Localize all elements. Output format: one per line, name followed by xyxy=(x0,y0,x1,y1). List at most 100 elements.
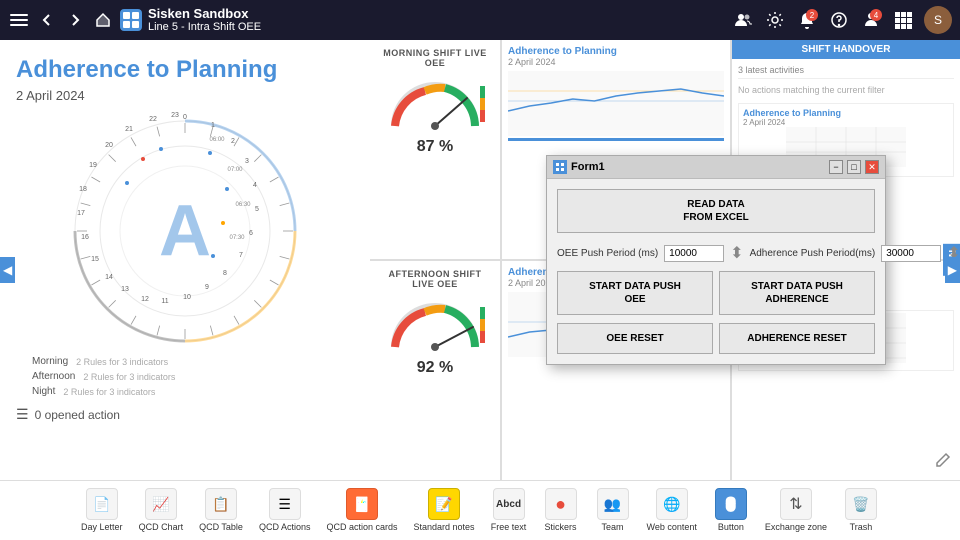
svg-text:18: 18 xyxy=(79,186,87,193)
gauge-afternoon: 92 % xyxy=(378,293,492,381)
edit-icon[interactable] xyxy=(934,451,952,474)
toolbar-free-text[interactable]: Abcd Free text xyxy=(485,484,533,537)
oee-afternoon-title: AFTERNOON SHIFT LIVE OEE xyxy=(378,269,492,289)
toolbar-qcd-actions[interactable]: ☰ QCD Actions xyxy=(253,484,317,537)
modal-titlebar: Form1 − □ ✕ xyxy=(547,156,885,179)
toolbar-qcd-table[interactable]: 📋 QCD Table xyxy=(193,484,249,537)
toolbar-day-letter[interactable]: 📄 Day Letter xyxy=(75,484,129,537)
forward-icon[interactable] xyxy=(64,9,86,31)
user-avatar[interactable]: S xyxy=(924,6,952,34)
svg-text:7: 7 xyxy=(239,252,243,259)
profile-icon[interactable]: 4 xyxy=(860,9,882,31)
stickers-icon: ● xyxy=(555,494,566,515)
menu-icon[interactable] xyxy=(8,9,30,31)
qcd-action-cards-label: QCD action cards xyxy=(326,522,397,533)
team-label: Team xyxy=(602,522,624,533)
oee-push-label: OEE Push Period (ms) xyxy=(557,248,658,259)
toolbar-trash[interactable]: 🗑️ Trash xyxy=(837,484,885,537)
oee-reset-btn[interactable]: OEE RESET xyxy=(557,323,713,354)
oee-morning-title: MORNING SHIFT LIVE OEE xyxy=(378,48,492,68)
actions-count: 0 opened action xyxy=(35,408,120,422)
svg-text:06:00: 06:00 xyxy=(209,137,225,143)
page-date: 2 April 2024 xyxy=(16,88,354,103)
modal-body: READ DATA FROM EXCEL OEE Push Period (ms… xyxy=(547,179,885,364)
trash-icon: 🗑️ xyxy=(852,496,869,513)
toolbar-team[interactable]: 👥 Team xyxy=(589,484,637,537)
right-panels: MORNING SHIFT LIVE OEE xyxy=(370,40,960,480)
qcd-table-icon: 📋 xyxy=(212,496,229,513)
toolbar-exchange-zone[interactable]: ⇅ Exchange zone xyxy=(759,484,833,537)
svg-text:23: 23 xyxy=(171,112,179,119)
home-icon[interactable] xyxy=(92,9,114,31)
svg-text:9: 9 xyxy=(205,284,209,291)
adherence-push-label: Adherence Push Period(ms) xyxy=(750,248,876,259)
toolbar-stickers[interactable]: ● Stickers xyxy=(537,484,585,537)
oee-afternoon-value: 92 % xyxy=(417,359,453,377)
read-data-btn[interactable]: READ DATA FROM EXCEL xyxy=(557,189,875,233)
svg-text:21: 21 xyxy=(125,126,133,133)
svg-text:13: 13 xyxy=(121,286,129,293)
expand-right-icon[interactable]: ▶ xyxy=(945,257,960,283)
grid-icon[interactable] xyxy=(892,9,914,31)
standard-notes-label: Standard notes xyxy=(414,522,475,533)
svg-text:16: 16 xyxy=(81,234,89,241)
modal-minimize-btn[interactable]: − xyxy=(829,160,843,174)
svg-text:8: 8 xyxy=(223,270,227,277)
modal-restore-btn[interactable]: □ xyxy=(847,160,861,174)
oee-push-input[interactable] xyxy=(664,245,724,262)
help-icon[interactable] xyxy=(828,9,850,31)
gauge-morning: 87 % xyxy=(378,72,492,160)
web-content-icon: 🌐 xyxy=(663,496,680,513)
svg-text:14: 14 xyxy=(105,274,113,281)
qcd-chart-icon: 📈 xyxy=(152,496,169,513)
exchange-zone-icon: ⇅ xyxy=(789,494,802,514)
shift-handover-list-header: 3 latest activities xyxy=(738,65,954,79)
svg-text:17: 17 xyxy=(77,210,85,217)
bell-icon[interactable]: 2 xyxy=(796,9,818,31)
svg-text:07:00: 07:00 xyxy=(227,167,243,173)
left-panel: Adherence to Planning 2 April 2024 xyxy=(0,40,370,480)
svg-text:3: 3 xyxy=(245,158,249,165)
qcd-actions-icon: ☰ xyxy=(278,496,291,513)
svg-text:10: 10 xyxy=(183,294,191,301)
adherence-reset-btn[interactable]: ADHERENCE RESET xyxy=(719,323,875,354)
adherence-top-mid-chart xyxy=(508,71,724,136)
shift-handover-no-actions: No actions matching the current filter xyxy=(738,85,954,95)
oee-afternoon-panel: AFTERNOON SHIFT LIVE OEE 92 % xyxy=(370,261,500,480)
svg-text:22: 22 xyxy=(149,116,157,123)
clock-center-letter: A xyxy=(159,190,211,272)
button-label: Button xyxy=(718,522,744,533)
toolbar-standard-notes[interactable]: 📝 Standard notes xyxy=(408,484,481,537)
svg-text:07:30: 07:30 xyxy=(229,235,245,241)
toolbar-button[interactable]: 🖱️ Button xyxy=(707,484,755,537)
adherence-push-input[interactable] xyxy=(881,245,941,262)
oee-push-spinner[interactable]: ⬍ xyxy=(730,243,743,263)
button-icon: 🖱️ xyxy=(722,496,739,513)
toolbar-qcd-action-cards[interactable]: 🃏 QCD action cards xyxy=(320,484,403,537)
adherence-top-mid-bar xyxy=(508,138,724,141)
app-icon xyxy=(120,9,142,31)
expand-left-icon[interactable]: ◀ xyxy=(0,257,15,283)
toolbar-web-content[interactable]: 🌐 Web content xyxy=(641,484,703,537)
modal-close-btn[interactable]: ✕ xyxy=(865,160,879,174)
oee-morning-value: 87 % xyxy=(417,138,453,156)
svg-text:1: 1 xyxy=(211,122,215,129)
day-letter-label: Day Letter xyxy=(81,522,123,533)
svg-text:15: 15 xyxy=(91,256,99,263)
push-period-row: OEE Push Period (ms) ⬍ Adherence Push Pe… xyxy=(557,243,875,263)
team-icon: 👥 xyxy=(604,496,621,513)
qcd-table-label: QCD Table xyxy=(199,522,243,533)
svg-text:0: 0 xyxy=(183,114,187,121)
start-adherence-btn[interactable]: START DATA PUSH ADHERENCE xyxy=(719,271,875,315)
settings-icon[interactable] xyxy=(764,9,786,31)
back-icon[interactable] xyxy=(36,9,58,31)
standard-notes-icon: 📝 xyxy=(435,496,452,513)
profile-badge: 4 xyxy=(870,9,882,21)
svg-text:06:30: 06:30 xyxy=(235,202,251,208)
toolbar-qcd-chart[interactable]: 📈 QCD Chart xyxy=(133,484,190,537)
day-letter-icon: 📄 xyxy=(93,496,110,513)
start-oee-btn[interactable]: START DATA PUSH OEE xyxy=(557,271,713,315)
people-icon[interactable] xyxy=(732,9,754,31)
modal-controls: − □ ✕ xyxy=(829,160,879,174)
adherence-top-mid-title: Adherence to Planning xyxy=(508,46,724,57)
